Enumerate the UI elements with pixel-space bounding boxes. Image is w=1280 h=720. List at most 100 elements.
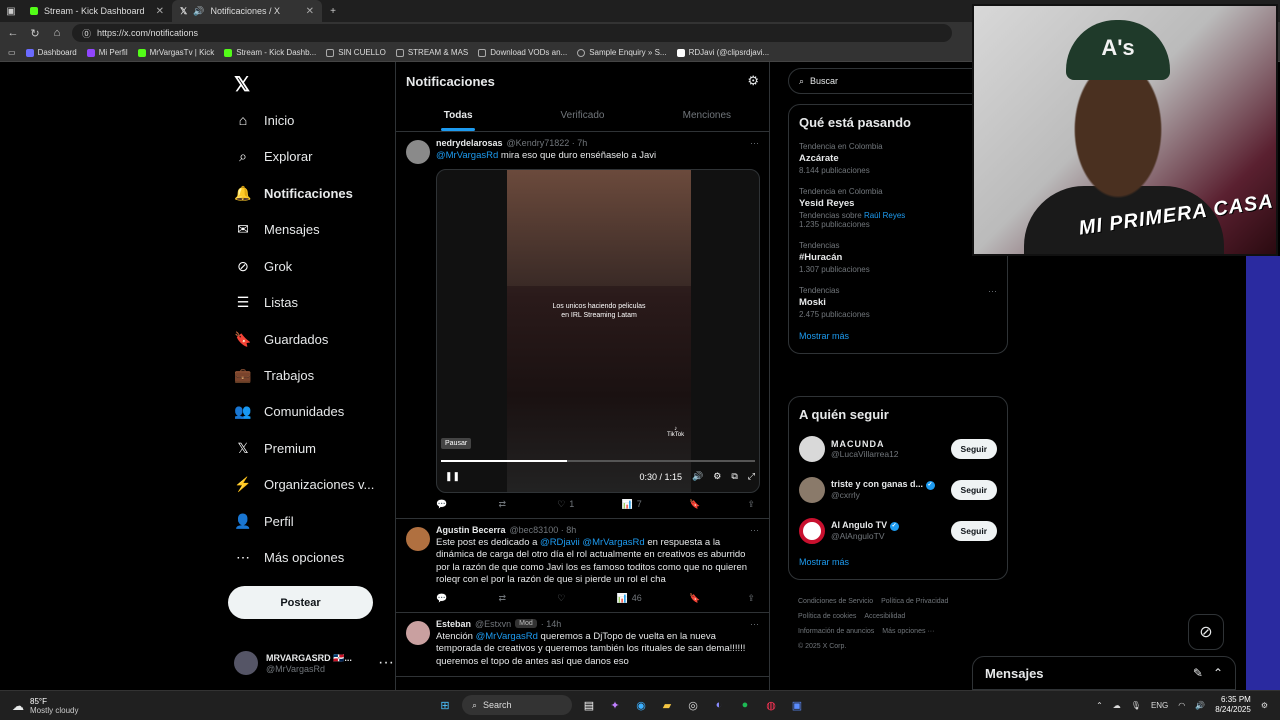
tab-kick-dashboard[interactable]: Stream - Kick Dashboard ✕ (22, 0, 172, 22)
bookmark[interactable]: Download VODs an... (478, 48, 567, 57)
tweet-author[interactable]: Agustin Becerra (436, 525, 506, 535)
show-more-link[interactable]: Mostrar más (789, 551, 1007, 579)
follow-suggestion[interactable]: Al Angulo TV ✓ @AlAnguloTV Seguir (789, 510, 1007, 551)
pause-icon[interactable]: ❚❚ (445, 471, 460, 482)
footer-link[interactable]: Información de anuncios (798, 628, 874, 635)
trend-link[interactable]: Raúl Reyes (864, 211, 905, 220)
bookmark[interactable]: Stream - Kick Dashb... (224, 48, 316, 57)
tweet[interactable]: Agustin Becerra @bec83100 · 8h ··· Este … (396, 519, 769, 613)
share-button[interactable]: ⇪ (747, 593, 755, 604)
address-bar[interactable]: ⓪ https://x.com/notifications (72, 24, 952, 42)
bookmark[interactable]: STREAM & MAS (395, 48, 468, 57)
clock[interactable]: 6:35 PM 8/24/2025 (1215, 695, 1251, 715)
avatar[interactable] (799, 517, 825, 544)
copilot-icon[interactable]: ✦ (606, 696, 624, 714)
more-icon[interactable]: ··· (750, 525, 759, 535)
sidebar-item-perfil[interactable]: 👤 Perfil (234, 511, 394, 531)
avatar[interactable] (799, 435, 825, 462)
taskbar-search[interactable]: ⌕ Search (462, 695, 572, 715)
messages-dock[interactable]: Mensajes ✎ ⌃ (972, 656, 1236, 690)
account-switcher[interactable]: MRVARGASRD 🇩🇴... @MrVargasRd ··· (234, 648, 394, 678)
follow-button[interactable]: Seguir (950, 438, 997, 459)
tweet[interactable]: Esteban @Estxvn Mod · 14h ··· Atención @… (396, 613, 769, 677)
sidebar-item-grok[interactable]: ⊘ Grok (234, 256, 394, 276)
close-tab-icon[interactable]: ✕ (156, 6, 164, 17)
refresh-icon[interactable]: ↻ (28, 27, 42, 40)
sidebar-item-guardados[interactable]: 🔖 Guardados (234, 329, 394, 349)
avatar[interactable] (406, 140, 430, 164)
weather-widget[interactable]: ☁ 85°F Mostly cloudy (0, 697, 200, 715)
bookmark[interactable]: RDJavi (@clipsrdjavi... (676, 48, 769, 57)
bookmarks-icon[interactable]: ▭ (8, 48, 16, 57)
bookmark[interactable]: Dashboard (25, 48, 77, 57)
bookmark[interactable]: SIN CUELLO (326, 48, 386, 57)
retweet-button[interactable]: ⇄ (498, 593, 510, 604)
bookmark[interactable]: Mi Perfil (86, 48, 128, 57)
follow-button[interactable]: Seguir (950, 520, 997, 541)
show-more-link[interactable]: Mostrar más (789, 325, 1007, 353)
sidebar-item-premium[interactable]: 𝕏 Premium (234, 438, 394, 458)
discord-icon[interactable]: ◐ (710, 696, 728, 714)
spotify-icon[interactable]: ● (736, 696, 754, 714)
sidebar-item-organizaciones-v[interactable]: ⚡ Organizaciones v... (234, 474, 394, 494)
tab-notifications[interactable]: 𝕏 🔊 Notificaciones / X ✕ (172, 0, 322, 22)
sidebar-item-trabajos[interactable]: 💼 Trabajos (234, 365, 394, 385)
close-tab-icon[interactable]: ✕ (306, 6, 314, 17)
tweet-author[interactable]: Esteban (436, 619, 471, 629)
volume-icon[interactable]: 🔊 (692, 471, 703, 482)
windows-start-icon[interactable]: ⊞ (436, 696, 454, 714)
grok-button[interactable]: ⊘ (1188, 614, 1224, 650)
footer-link[interactable]: Política de cookies (798, 613, 856, 620)
bookmark[interactable]: MrVargasTv | Kick (137, 48, 214, 57)
footer-link[interactable]: Política de Privacidad (881, 598, 948, 605)
follow-suggestion[interactable]: MACUNDA @LucaVillarrea12 Seguir (789, 428, 1007, 469)
volume-icon[interactable]: 🔊 (1195, 701, 1205, 710)
mention-link[interactable]: @RDjavii (540, 537, 580, 548)
mention-link[interactable]: @MrVargasRd (476, 631, 538, 642)
more-icon[interactable]: ··· (750, 138, 759, 148)
like-button[interactable]: ♡ (557, 593, 569, 604)
sidebar-item-notificaciones[interactable]: 🔔 Notificaciones (234, 183, 394, 203)
pip-icon[interactable]: ⧉ (731, 471, 737, 482)
wifi-icon[interactable]: ◠ (1178, 701, 1185, 710)
task-view-icon[interactable]: ▤ (580, 696, 598, 714)
gear-icon[interactable]: ⚙ (747, 73, 759, 89)
mention-link[interactable]: @MrVargasRd (582, 537, 644, 548)
share-button[interactable]: ⇪ (747, 499, 755, 510)
video-player[interactable]: Los unicos haciendo peliculas en IRL Str… (436, 168, 760, 493)
tab-verificado[interactable]: Verificado (520, 100, 644, 131)
views-button[interactable]: 📊 7 (622, 499, 642, 510)
tweet-author[interactable]: nedrydelarosas (436, 138, 503, 148)
new-tab-icon[interactable]: + (322, 6, 344, 17)
follow-button[interactable]: Seguir (950, 479, 997, 500)
edge-icon[interactable]: ◉ (632, 696, 650, 714)
more-icon[interactable]: ··· (378, 654, 394, 672)
settings-icon[interactable]: ⚙ (713, 471, 721, 482)
sidebar-item-listas[interactable]: ☰ Listas (234, 292, 394, 312)
compose-message-icon[interactable]: ✎ (1193, 666, 1203, 680)
x-logo-icon[interactable]: 𝕏 (234, 72, 250, 97)
video-progress[interactable] (441, 459, 755, 462)
retweet-button[interactable]: ⇄ (498, 499, 510, 510)
like-button[interactable]: ♡ 1 (557, 499, 574, 510)
post-button[interactable]: Postear (228, 586, 373, 619)
footer-link[interactable]: Condiciones de Servicio (798, 598, 873, 605)
footer-link[interactable]: Más opciones ··· (882, 628, 934, 635)
tab-todas[interactable]: Todas (396, 100, 520, 131)
trend-item[interactable]: Tendencias Moski 2.475 publicaciones ··· (789, 280, 1007, 325)
views-button[interactable]: 📊 46 (617, 593, 642, 604)
tab-menciones[interactable]: Menciones (645, 100, 769, 131)
home-icon[interactable]: ⌂ (50, 27, 64, 39)
bookmark-button[interactable]: 🔖 (689, 499, 700, 510)
site-info-icon[interactable]: ⓪ (82, 27, 91, 40)
notifications-icon[interactable]: ⚙ (1261, 701, 1268, 710)
speaker-icon[interactable]: 🔊 (193, 6, 204, 17)
more-icon[interactable]: ··· (750, 619, 759, 629)
reply-button[interactable]: 💬 (436, 499, 451, 510)
network-icon[interactable]: ☁ (1113, 701, 1121, 710)
reply-button[interactable]: 💬 (436, 593, 451, 604)
back-icon[interactable]: ← (6, 27, 20, 39)
app-icon[interactable]: ▣ (788, 696, 806, 714)
file-explorer-icon[interactable]: ▰ (658, 696, 676, 714)
more-icon[interactable]: ··· (988, 286, 997, 296)
